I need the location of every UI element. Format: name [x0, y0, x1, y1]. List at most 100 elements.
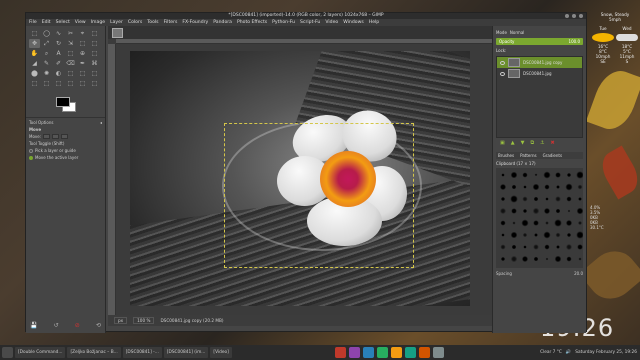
- app-launcher-icon[interactable]: [335, 347, 346, 358]
- brush-preset[interactable]: [565, 219, 573, 227]
- vertical-ruler[interactable]: [108, 44, 116, 315]
- tool-icon[interactable]: ⬚: [53, 79, 64, 88]
- brush-preset[interactable]: [533, 220, 539, 226]
- spacing-value[interactable]: 20.0: [574, 271, 583, 276]
- save-options-icon[interactable]: 💾: [30, 322, 37, 329]
- brush-preset[interactable]: [510, 231, 518, 239]
- brush-preset[interactable]: [532, 207, 540, 215]
- brush-preset[interactable]: [565, 243, 573, 251]
- app-launcher-icon[interactable]: [419, 347, 430, 358]
- radio-pick-layer[interactable]: [29, 148, 33, 153]
- brush-preset[interactable]: [512, 221, 516, 225]
- close-button[interactable]: [579, 14, 583, 18]
- move-layer-button[interactable]: [43, 134, 51, 139]
- brush-preset[interactable]: [577, 220, 583, 226]
- restore-options-icon[interactable]: ↺: [54, 322, 59, 329]
- tool-icon[interactable]: ⬚: [89, 39, 100, 48]
- image-canvas[interactable]: [130, 51, 470, 306]
- brush-preset[interactable]: [545, 197, 549, 201]
- duplicate-layer-icon[interactable]: ⧉: [530, 140, 534, 146]
- brush-preset[interactable]: [565, 183, 573, 191]
- brush-preset[interactable]: [532, 243, 540, 251]
- tray-volume-icon[interactable]: 🔊: [566, 350, 571, 355]
- opacity-slider[interactable]: Opacity 100.0: [496, 38, 583, 45]
- tool-icon[interactable]: ✒: [77, 59, 88, 68]
- brush-preset[interactable]: [521, 255, 529, 263]
- brush-preset[interactable]: [534, 233, 538, 237]
- tool-icon[interactable]: ⬚: [89, 69, 100, 78]
- delete-options-icon[interactable]: ⊘: [75, 322, 80, 329]
- menu-windows[interactable]: Windows: [343, 19, 364, 26]
- image-tab-thumbnail[interactable]: [112, 27, 123, 38]
- brush-preset[interactable]: [578, 197, 582, 201]
- menu-arrow-icon[interactable]: ◂: [100, 120, 102, 125]
- brush-preset[interactable]: [554, 195, 562, 203]
- brush-preset[interactable]: [510, 171, 518, 179]
- brush-preset[interactable]: [543, 171, 551, 179]
- task-double-commander[interactable]: [Double Command...: [15, 347, 66, 358]
- brush-preset[interactable]: [544, 220, 550, 226]
- app-launcher-icon[interactable]: [377, 347, 388, 358]
- app-launcher-icon[interactable]: [405, 347, 416, 358]
- radio-move-active[interactable]: [29, 155, 33, 160]
- tool-icon[interactable]: ∿: [53, 29, 64, 38]
- tab-gradients[interactable]: Gradients: [543, 153, 563, 158]
- tab-patterns[interactable]: Patterns: [520, 153, 536, 158]
- tool-icon[interactable]: ⬚: [77, 79, 88, 88]
- brush-preset[interactable]: [566, 232, 572, 238]
- brush-preset[interactable]: [566, 256, 572, 262]
- tool-icon[interactable]: ↻: [53, 39, 64, 48]
- brush-preset[interactable]: [554, 255, 562, 263]
- menu-tools[interactable]: Tools: [147, 19, 158, 26]
- menu-help[interactable]: Help: [369, 19, 379, 26]
- minimize-button[interactable]: [565, 14, 569, 18]
- tool-icon[interactable]: ⌫: [65, 59, 76, 68]
- tool-icon[interactable]: ⬚: [29, 29, 40, 38]
- layer-row[interactable]: DSC00841.jpg: [497, 68, 582, 79]
- tool-icon[interactable]: ⊕: [77, 49, 88, 58]
- menu-colors[interactable]: Colors: [128, 19, 142, 26]
- tab-brushes[interactable]: Brushes: [498, 153, 514, 158]
- tool-icon[interactable]: ✐: [53, 59, 64, 68]
- zoom-select[interactable]: 100 %: [133, 317, 155, 324]
- task-gimp-1[interactable]: [DSC00841] -...: [122, 347, 162, 358]
- tool-icon[interactable]: ✥: [29, 39, 40, 48]
- brush-preset[interactable]: [501, 173, 505, 177]
- brush-preset[interactable]: [533, 196, 539, 202]
- app-launcher-icon[interactable]: [433, 347, 444, 358]
- menu-photo-effects[interactable]: Photo Effects: [237, 19, 267, 26]
- menu-select[interactable]: Select: [56, 19, 70, 26]
- brush-preset[interactable]: [543, 231, 551, 239]
- brush-preset[interactable]: [523, 245, 527, 249]
- brush-preset[interactable]: [578, 257, 582, 261]
- tool-icon[interactable]: ✋: [29, 49, 40, 58]
- brush-preset[interactable]: [522, 208, 528, 214]
- selection-marquee[interactable]: [224, 123, 414, 268]
- task-browser[interactable]: [Zeljko Božjanac – B...: [67, 347, 121, 358]
- tool-icon[interactable]: ⌘: [89, 59, 100, 68]
- tool-icon[interactable]: ◯: [41, 29, 52, 38]
- menu-script-fu[interactable]: Script-Fu: [300, 19, 320, 26]
- menu-view[interactable]: View: [75, 19, 86, 26]
- brush-preset[interactable]: [521, 195, 529, 203]
- tool-icon[interactable]: ✺: [41, 69, 52, 78]
- move-path-button[interactable]: [61, 134, 69, 139]
- brush-preset[interactable]: [544, 244, 550, 250]
- reset-options-icon[interactable]: ⟲: [96, 322, 101, 329]
- tool-icon[interactable]: ⤢: [41, 39, 52, 48]
- brush-preset[interactable]: [577, 184, 583, 190]
- lower-layer-icon[interactable]: ▼: [521, 140, 525, 146]
- brush-preset[interactable]: [577, 244, 583, 250]
- tool-icon[interactable]: ◢: [29, 59, 40, 68]
- brush-preset[interactable]: [511, 208, 517, 214]
- brush-preset[interactable]: [511, 184, 517, 190]
- brush-preset[interactable]: [522, 172, 528, 178]
- menu-pandora[interactable]: Pandora: [213, 19, 232, 26]
- brush-preset[interactable]: [500, 256, 506, 262]
- brush-preset[interactable]: ★: [534, 173, 538, 177]
- tool-icon[interactable]: ⌕: [41, 49, 52, 58]
- menu-python-fu[interactable]: Python-Fu: [272, 19, 295, 26]
- brush-preset[interactable]: [532, 183, 540, 191]
- brush-preset[interactable]: [555, 232, 561, 238]
- foreground-color[interactable]: [56, 97, 70, 107]
